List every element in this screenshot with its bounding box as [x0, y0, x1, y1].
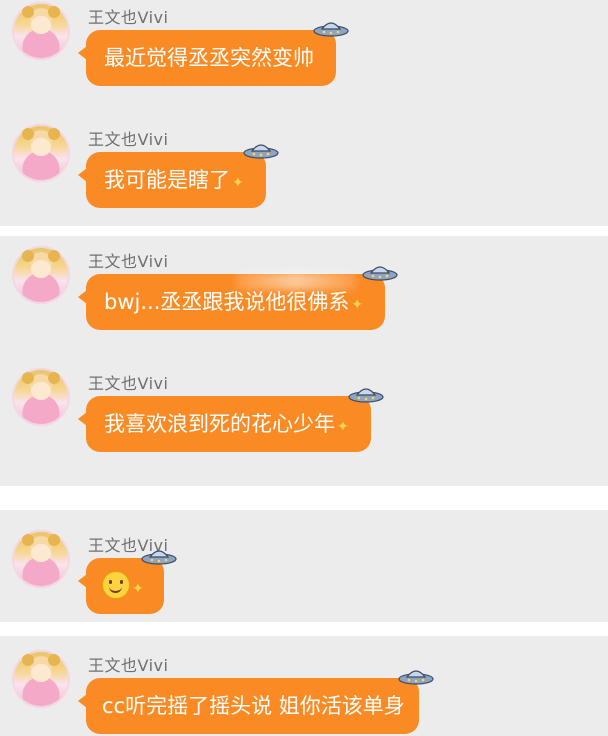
avatar[interactable] — [12, 2, 70, 60]
sparkle-icon: ✦ — [351, 297, 364, 313]
chat-message: 王文也Vivi 最近觉得丞丞突然变帅 — [0, 0, 608, 100]
avatar[interactable] — [12, 124, 70, 182]
chat-message: 王文也Vivi bwj...丞丞跟我说他很佛系 ✦ — [0, 244, 608, 344]
chat-panel-4: 王文也Vivi cc听完摇了摇头说 姐你活该单身 — [0, 636, 608, 736]
chat-panel-3: 王文也Vivi ✦ — [0, 510, 608, 622]
chat-message: 王文也Vivi cc听完摇了摇头说 姐你活该单身 — [0, 648, 608, 736]
message-text: 我可能是瞎了 — [104, 168, 230, 192]
chat-message: 王文也Vivi 我喜欢浪到死的花心少年 ✦ — [0, 366, 608, 466]
message-bubble[interactable]: cc听完摇了摇头说 姐你活该单身 — [78, 670, 434, 734]
chat-message: 王文也Vivi ✦ — [0, 528, 608, 622]
sparkle-icon: ✦ — [232, 175, 244, 191]
chat-message: 王文也Vivi 我可能是瞎了 ✦ — [0, 122, 608, 222]
message-bubble[interactable]: bwj...丞丞跟我说他很佛系 ✦ — [77, 266, 398, 330]
message-bubble[interactable]: ✦ — [78, 550, 177, 614]
ufo-icon — [348, 388, 384, 403]
message-bubble[interactable]: 我可能是瞎了 ✦ — [78, 144, 279, 208]
smiley-icon — [102, 571, 130, 599]
ufo-icon — [243, 144, 279, 159]
ufo-icon — [313, 22, 349, 37]
message-text: bwj...丞丞跟我说他很佛系 — [104, 290, 350, 314]
sparkle-icon: ✦ — [337, 419, 349, 435]
chat-panel-2: 王文也Vivi bwj...丞丞跟我说他很佛系 ✦ 王文也Vivi 我喜欢浪到死的… — [0, 236, 608, 486]
sender-name: 王文也Vivi — [88, 252, 169, 271]
sender-name: 王文也Vivi — [88, 656, 169, 675]
ufo-icon — [362, 266, 398, 281]
avatar[interactable] — [12, 246, 70, 304]
message-bubble[interactable]: 最近觉得丞丞突然变帅 — [78, 22, 349, 86]
chat-panel-1: 王文也Vivi 最近觉得丞丞突然变帅 王文也Vivi 我可能是瞎了 ✦ — [0, 0, 608, 226]
message-text: cc听完摇了摇头说 姐你活该单身 — [102, 694, 405, 718]
blur-overlay — [236, 272, 356, 290]
avatar[interactable] — [12, 368, 70, 426]
sparkle-icon: ✦ — [132, 581, 144, 597]
sender-name: 王文也Vivi — [88, 8, 169, 27]
message-text: 最近觉得丞丞突然变帅 — [104, 46, 314, 70]
sender-name: 王文也Vivi — [88, 374, 169, 393]
message-bubble[interactable]: 我喜欢浪到死的花心少年 ✦ — [78, 388, 384, 452]
avatar[interactable] — [12, 530, 70, 588]
ufo-icon — [398, 670, 434, 685]
avatar[interactable] — [12, 650, 70, 708]
sender-name: 王文也Vivi — [88, 130, 169, 149]
ufo-icon — [141, 550, 177, 565]
message-text: 我喜欢浪到死的花心少年 — [104, 412, 335, 436]
